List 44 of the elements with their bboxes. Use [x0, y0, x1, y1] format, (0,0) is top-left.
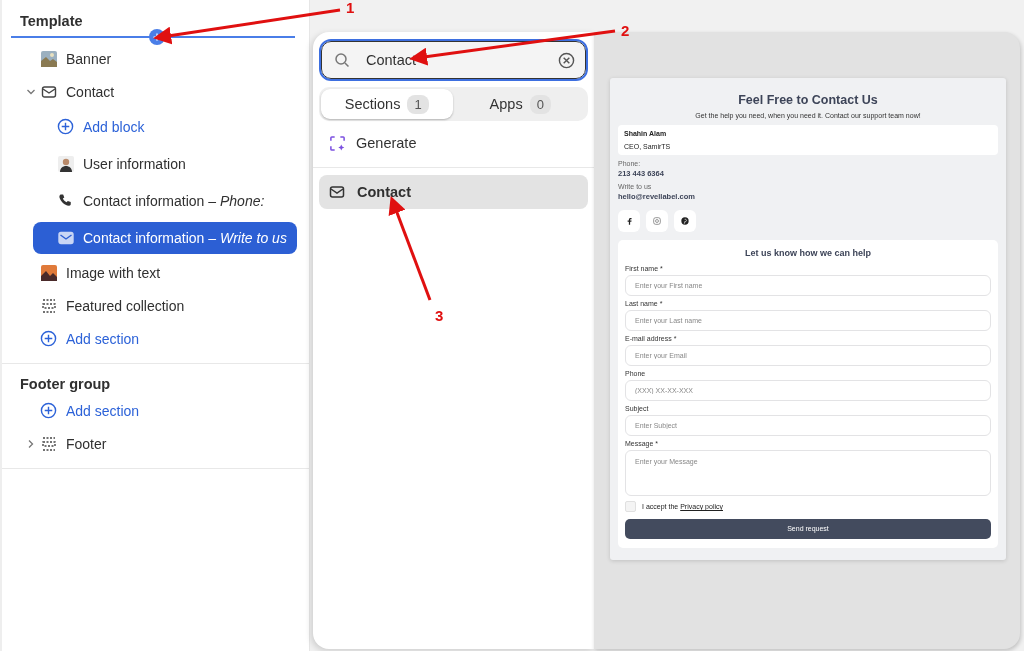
count-badge: 1 [407, 94, 429, 114]
add-icon [40, 402, 57, 419]
sidebar-item[interactable]: Add section [40, 322, 150, 355]
annotation-number: 1 [346, 0, 355, 16]
search-icon [334, 52, 350, 68]
group-heading: Template [19, 13, 84, 31]
layout-icon [40, 435, 57, 452]
sidebar-item[interactable]: Featured collection [40, 289, 195, 322]
facebook-icon [626, 217, 632, 225]
result-item[interactable]: Contact [319, 175, 588, 209]
annotation-number: 3 [435, 307, 444, 324]
annotation-number: 2 [621, 22, 630, 39]
sidebar-item[interactable]: User information [33, 147, 196, 180]
sidebar-item[interactable]: Banner [40, 42, 122, 75]
phone-icon [58, 193, 73, 208]
generate-button[interactable]: Generate [319, 123, 588, 163]
mail-icon [329, 184, 345, 200]
sidebar-item[interactable]: Image with text [40, 256, 171, 289]
group-heading: Footer group [19, 376, 112, 394]
sparkle-frame-icon [329, 134, 346, 152]
count-badge: 0 [529, 94, 551, 114]
sidebar-item[interactable]: Add section [40, 394, 150, 427]
sidebar-item[interactable]: Contact [40, 75, 125, 108]
checkbox[interactable] [625, 501, 636, 512]
person-icon [57, 155, 74, 172]
instagram-icon [653, 217, 661, 225]
preview-title: Feel Free to Contact Us [737, 93, 879, 107]
mail-icon [57, 229, 74, 246]
add-icon [40, 330, 57, 347]
clear-icon[interactable] [558, 51, 575, 69]
mail-icon [40, 83, 57, 100]
chevron-icon[interactable] [26, 438, 36, 449]
tab[interactable]: Apps 0 [454, 89, 586, 119]
pinterest-icon [681, 217, 689, 225]
social-button[interactable] [674, 210, 696, 232]
layout-icon [40, 297, 57, 314]
add-icon [57, 118, 74, 135]
sidebar-item[interactable]: Contact information – Phone: [33, 184, 275, 217]
tab[interactable]: Sections 1 [321, 89, 453, 119]
form-title: Let us know how we can help [744, 248, 872, 258]
sidebar-item[interactable]: Footer [40, 427, 117, 460]
sidebar-item[interactable]: Contact information – Write to us [33, 221, 297, 254]
search-field[interactable]: Contact [321, 41, 586, 79]
sidebar-item[interactable]: Add block [33, 110, 155, 143]
